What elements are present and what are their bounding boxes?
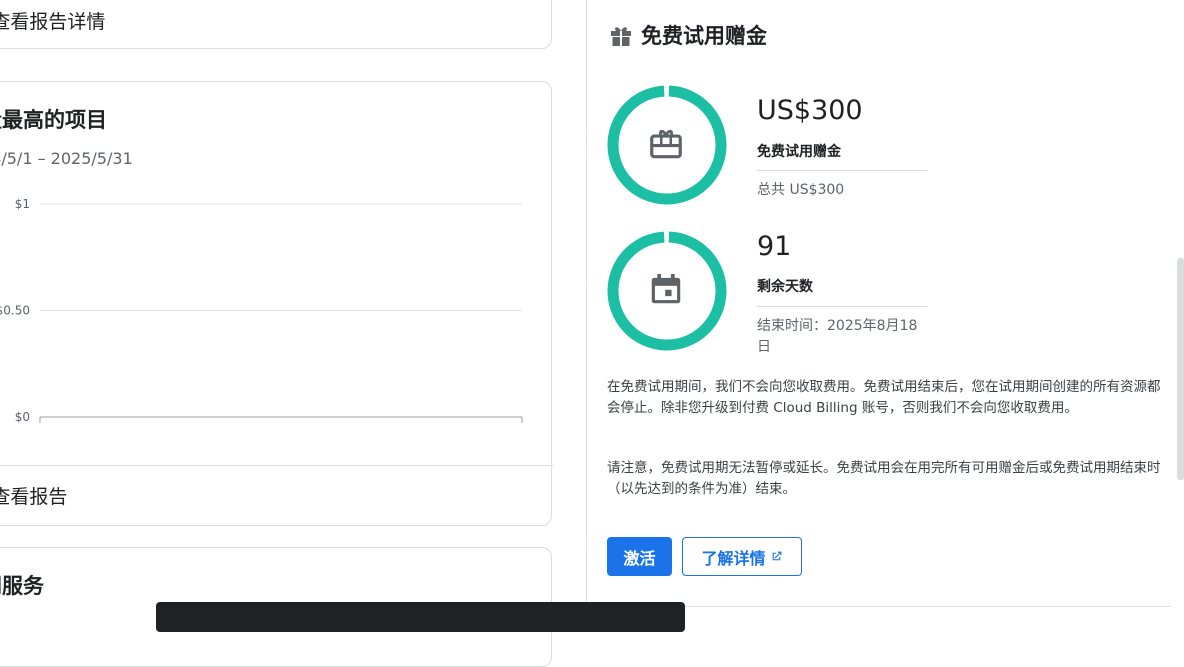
chart-plot-area: $1 $0.50 $0 bbox=[0, 197, 523, 424]
credit-label: 免费试用赠金 bbox=[757, 144, 841, 160]
learn-more-label: 了解详情 bbox=[701, 550, 766, 568]
days-separator bbox=[757, 306, 927, 307]
date-range: 24/5/1 – 2025/5/31 bbox=[0, 149, 133, 168]
credit-total: 总共 US$300 bbox=[757, 182, 845, 198]
column-divider bbox=[586, 0, 587, 620]
external-link-icon bbox=[772, 551, 781, 561]
trial-info-paragraph: 在免费试用期间，我们不会向您收取费用。免费试用结束后，您在试用期间创建的所有资源… bbox=[607, 379, 1161, 416]
free-trial-title: 免费试用赠金 bbox=[641, 24, 767, 48]
y-tick-label: $0 bbox=[15, 410, 30, 424]
view-report-details-link[interactable]: › 查看报告详情 bbox=[0, 0, 105, 49]
top-projects-title: 量最高的项目 bbox=[0, 108, 107, 132]
cost-chart: $1 $0.50 $0 bbox=[0, 197, 523, 424]
learn-more-button[interactable]: 了解详情 bbox=[682, 537, 802, 576]
view-report-label: 查看报告 bbox=[0, 485, 68, 508]
view-report-details-label: 查看报告详情 bbox=[0, 10, 106, 33]
top-services-title: 门服务 bbox=[0, 574, 44, 598]
view-report-link[interactable]: › 查看报告 bbox=[0, 466, 67, 524]
gift-icon bbox=[611, 27, 631, 46]
y-tick-label: $1 bbox=[15, 197, 30, 211]
calendar-icon bbox=[651, 273, 681, 304]
activate-button[interactable]: 激活 bbox=[607, 537, 672, 576]
credit-value: US$300 bbox=[757, 95, 863, 126]
card-gift-icon bbox=[650, 129, 682, 159]
snackbar bbox=[156, 602, 685, 632]
free-trial-header: 免费试用赠金 bbox=[609, 20, 767, 50]
card-divider bbox=[0, 465, 553, 466]
trial-end-date: 结束时间：2025年8月18日 bbox=[757, 318, 918, 355]
panel-bottom-divider bbox=[607, 606, 1171, 607]
days-label: 剩余天数 bbox=[757, 279, 813, 295]
report-details-card: › 查看报告详情 bbox=[0, 0, 552, 49]
panel-scrollbar[interactable] bbox=[1177, 258, 1184, 480]
y-tick-label: $0.50 bbox=[0, 304, 30, 318]
credit-separator bbox=[757, 170, 927, 171]
trial-notice-paragraph: 请注意，免费试用期无法暂停或延长。免费试用会在用完所有可用赠金后或免费试用期结束… bbox=[607, 460, 1161, 497]
days-value: 91 bbox=[757, 231, 792, 262]
